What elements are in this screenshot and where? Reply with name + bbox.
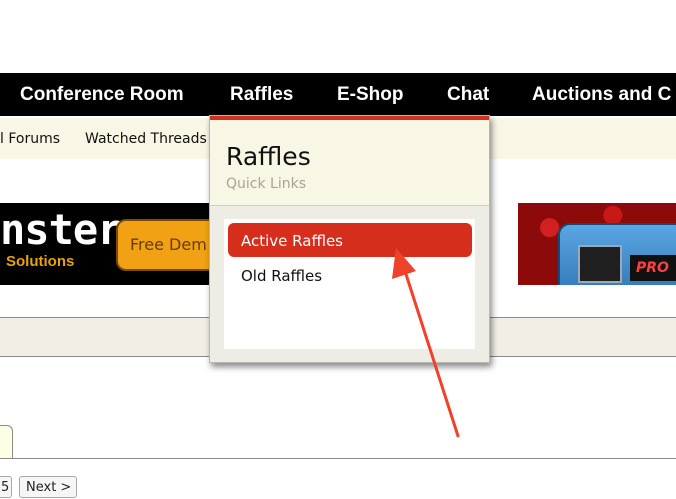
annotation-arrow-icon: [392, 248, 460, 438]
